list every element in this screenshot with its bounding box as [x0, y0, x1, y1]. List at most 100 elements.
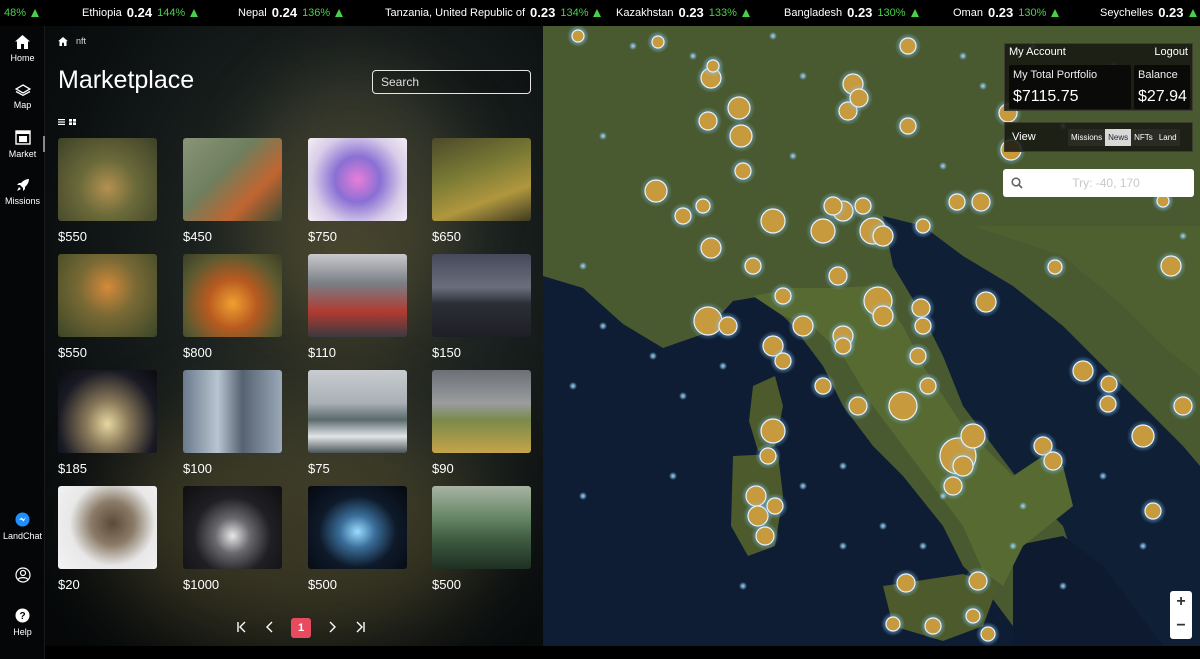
nft-card[interactable]: $450	[183, 138, 283, 244]
land-marker[interactable]	[828, 266, 848, 286]
land-marker[interactable]	[774, 287, 792, 305]
land-marker[interactable]	[919, 377, 937, 395]
view-option-land[interactable]: Land	[1155, 129, 1180, 146]
land-marker[interactable]	[1173, 396, 1193, 416]
nft-thumbnail[interactable]	[58, 486, 157, 569]
nft-thumbnail[interactable]	[183, 138, 282, 221]
logout-button[interactable]: Logout	[1154, 46, 1188, 58]
land-marker[interactable]	[872, 225, 894, 247]
land-marker[interactable]	[814, 377, 832, 395]
previous-page-icon[interactable]	[263, 620, 277, 636]
nft-thumbnail[interactable]	[308, 370, 407, 453]
news-marker[interactable]	[679, 392, 687, 400]
nft-card[interactable]: $750	[308, 138, 408, 244]
land-marker[interactable]	[718, 316, 738, 336]
land-marker[interactable]	[729, 124, 753, 148]
nft-card[interactable]: $150	[432, 254, 532, 360]
land-marker[interactable]	[943, 476, 963, 496]
land-marker[interactable]	[700, 237, 722, 259]
last-page-icon[interactable]	[353, 620, 367, 636]
world-map[interactable]: My Account Logout My Total Portfolio $71…	[543, 26, 1200, 646]
breadcrumb-current[interactable]: nft	[76, 36, 86, 46]
news-marker[interactable]	[799, 72, 807, 80]
land-marker[interactable]	[975, 291, 997, 313]
news-marker[interactable]	[1139, 542, 1147, 550]
land-marker[interactable]	[766, 497, 784, 515]
nft-card[interactable]: $110	[308, 254, 408, 360]
nft-card[interactable]: $20	[58, 486, 158, 592]
land-marker[interactable]	[727, 96, 751, 120]
nft-card[interactable]: $75	[308, 370, 408, 476]
land-marker[interactable]	[896, 573, 916, 593]
zoom-in-button[interactable]: +	[1170, 591, 1192, 615]
news-marker[interactable]	[1099, 472, 1107, 480]
land-marker[interactable]	[571, 29, 585, 43]
land-marker[interactable]	[823, 196, 843, 216]
view-option-news[interactable]: News	[1105, 129, 1132, 146]
land-marker[interactable]	[980, 626, 996, 642]
nav-item-help[interactable]: ? Help	[0, 608, 45, 637]
grid-view-icon[interactable]	[69, 119, 76, 125]
news-marker[interactable]	[739, 582, 747, 590]
news-marker[interactable]	[959, 52, 967, 60]
nft-thumbnail[interactable]	[432, 138, 531, 221]
news-marker[interactable]	[689, 52, 697, 60]
land-marker[interactable]	[924, 617, 942, 635]
next-page-icon[interactable]	[325, 620, 339, 636]
news-marker[interactable]	[919, 542, 927, 550]
nft-card[interactable]: $800	[183, 254, 283, 360]
land-marker[interactable]	[695, 198, 711, 214]
home-icon[interactable]	[58, 36, 68, 46]
land-marker[interactable]	[1099, 395, 1117, 413]
nft-thumbnail[interactable]	[58, 138, 157, 221]
nft-card[interactable]: $500	[432, 486, 532, 592]
news-marker[interactable]	[629, 42, 637, 50]
news-marker[interactable]	[1059, 582, 1067, 590]
search-input[interactable]	[372, 70, 531, 94]
land-marker[interactable]	[774, 352, 792, 370]
news-marker[interactable]	[939, 492, 947, 500]
land-marker[interactable]	[971, 192, 991, 212]
land-marker[interactable]	[948, 193, 966, 211]
news-marker[interactable]	[1019, 502, 1027, 510]
news-marker[interactable]	[1179, 232, 1187, 240]
nft-thumbnail[interactable]	[308, 254, 407, 337]
nft-card[interactable]: $650	[432, 138, 532, 244]
land-marker[interactable]	[968, 571, 988, 591]
view-option-missions[interactable]: Missions	[1068, 129, 1106, 146]
nft-thumbnail[interactable]	[308, 138, 407, 221]
nav-item-map[interactable]: Map	[0, 84, 45, 110]
land-marker[interactable]	[1072, 360, 1094, 382]
nft-card[interactable]: $550	[58, 254, 158, 360]
land-marker[interactable]	[888, 391, 918, 421]
nft-thumbnail[interactable]	[432, 254, 531, 337]
land-marker[interactable]	[755, 526, 775, 546]
land-marker[interactable]	[915, 218, 931, 234]
land-marker[interactable]	[960, 423, 986, 449]
map-canvas[interactable]	[543, 26, 1200, 646]
news-marker[interactable]	[569, 382, 577, 390]
news-marker[interactable]	[579, 492, 587, 500]
news-marker[interactable]	[769, 32, 777, 40]
land-marker[interactable]	[914, 317, 932, 335]
land-marker[interactable]	[698, 111, 718, 131]
nft-card[interactable]: $185	[58, 370, 158, 476]
nav-item-market[interactable]: Market	[0, 130, 45, 159]
news-marker[interactable]	[599, 132, 607, 140]
land-marker[interactable]	[1160, 255, 1182, 277]
news-marker[interactable]	[979, 82, 987, 90]
news-marker[interactable]	[1009, 542, 1017, 550]
land-marker[interactable]	[792, 315, 814, 337]
land-marker[interactable]	[834, 337, 852, 355]
land-marker[interactable]	[899, 117, 917, 135]
zoom-out-button[interactable]: −	[1170, 615, 1192, 639]
news-marker[interactable]	[599, 322, 607, 330]
news-marker[interactable]	[839, 542, 847, 550]
land-marker[interactable]	[651, 35, 665, 49]
list-view-icon[interactable]	[58, 119, 65, 125]
nav-item-landchat[interactable]: LandChat	[0, 512, 45, 541]
land-marker[interactable]	[1043, 451, 1063, 471]
news-marker[interactable]	[579, 262, 587, 270]
news-marker[interactable]	[719, 362, 727, 370]
view-option-nfts[interactable]: NFTs	[1131, 129, 1156, 146]
